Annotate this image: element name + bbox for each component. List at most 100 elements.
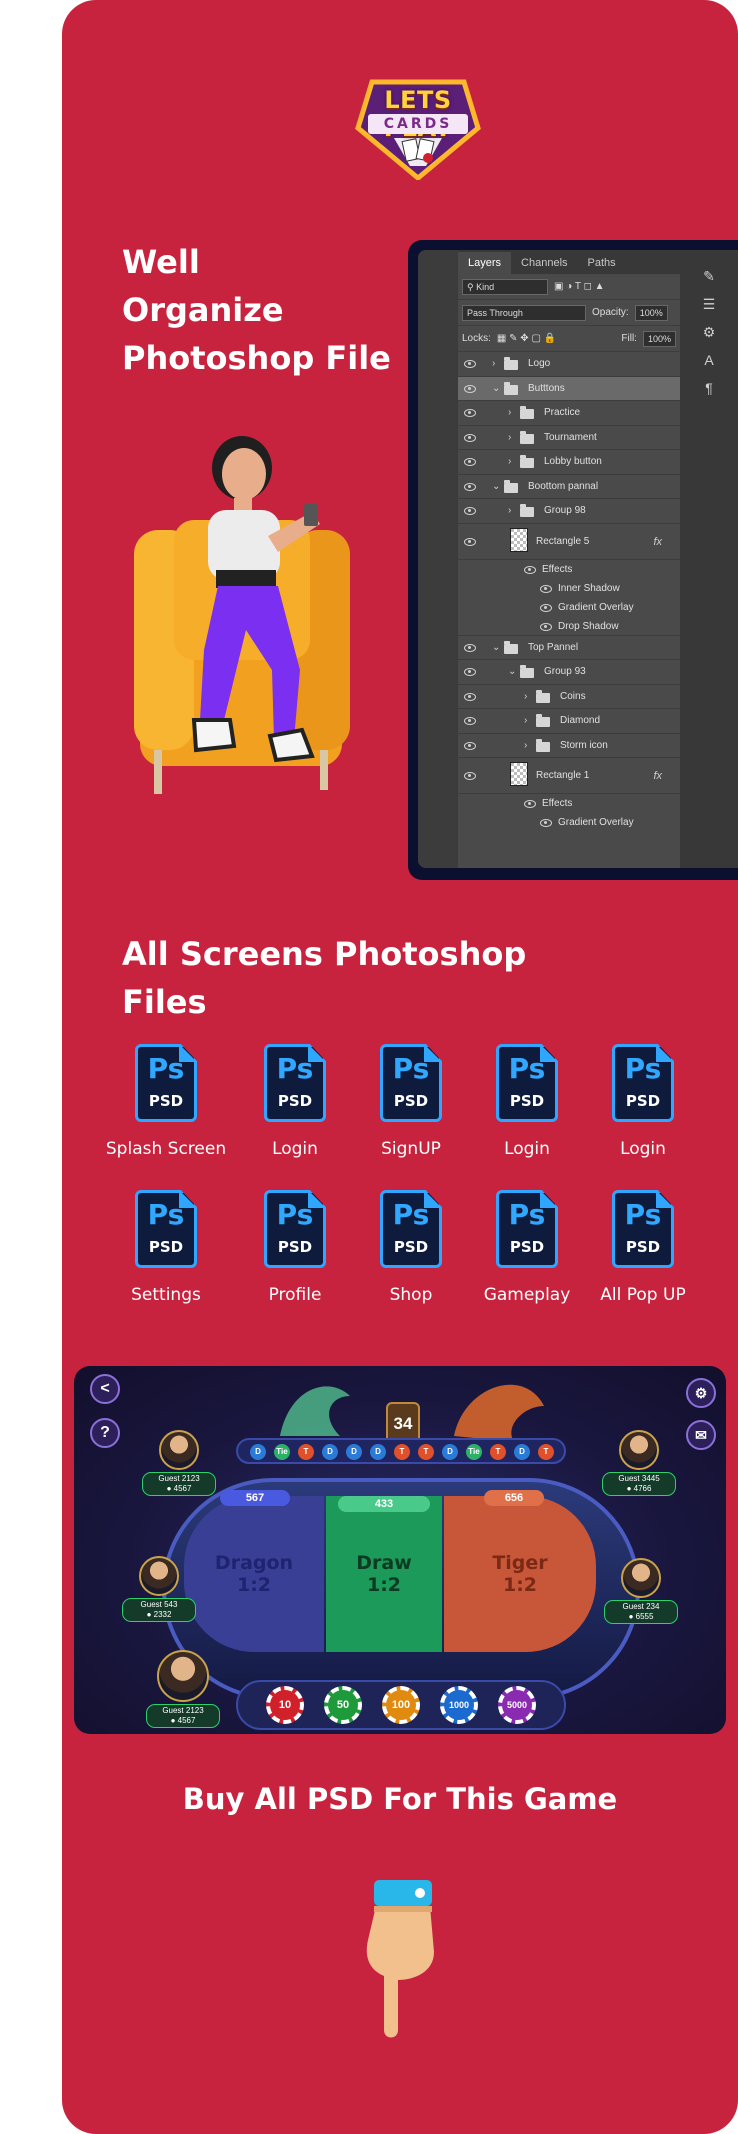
tab-channels[interactable]: Channels [511,252,577,274]
psd-file-icon[interactable]: Ps PSD [492,1190,562,1274]
heading-line: Well [122,243,200,281]
psd-file-icon[interactable]: Ps PSD [376,1044,446,1128]
psd-file-icon[interactable]: Ps PSD [376,1190,446,1274]
history-badge: D [250,1444,266,1460]
eye-icon[interactable] [464,409,476,417]
help-button[interactable]: ? [90,1418,120,1448]
chip-100[interactable]: 100 [382,1686,420,1724]
layer-row[interactable]: ⌄ Group 93 [458,660,680,685]
layer-row[interactable]: ⌄ Boottom pannal [458,475,680,499]
eye-icon[interactable] [464,668,476,676]
layer-row[interactable]: › Diamond [458,709,680,734]
eye-icon[interactable] [464,692,476,701]
tiger-bet-area[interactable]: 656 Tiger 1:2 [444,1490,596,1652]
effect-row[interactable]: Drop Shadow [458,617,680,636]
layer-row[interactable]: › Group 98 [458,499,680,524]
psd-file-icon[interactable]: Ps PSD [131,1190,201,1274]
locks-label: Locks: [462,333,491,344]
layer-name: Storm icon [560,739,608,751]
player-seat[interactable]: Guest 2123 ● 4567 [142,1430,216,1496]
layer-name: Drop Shadow [558,620,619,632]
ps-tool-icons[interactable]: ✎ ☰ ⚙ A ¶ [680,250,738,402]
eye-icon[interactable] [524,800,536,808]
eye-icon[interactable] [540,622,552,631]
eye-icon[interactable] [464,458,476,466]
effect-row[interactable]: Inner Shadow [458,579,680,598]
eye-icon[interactable] [540,584,552,593]
eye-icon[interactable] [524,565,536,574]
ps-locks-row: Locks: ▦ ✎ ✥ ▢ 🔒 Fill: 100% [458,326,680,352]
eye-icon[interactable] [464,384,476,393]
pointing-hand-icon [366,1880,434,2038]
eye-icon[interactable] [464,360,476,368]
layer-row[interactable]: › Logo [458,352,680,377]
eye-icon[interactable] [464,433,476,442]
effect-row[interactable]: Gradient Overlay [458,813,680,832]
effects-row[interactable]: Effects [458,560,680,579]
layer-row[interactable]: › Coins [458,685,680,709]
chip-1000[interactable]: 1000 [440,1686,478,1724]
fx-icon[interactable]: fx [653,764,662,788]
layer-row[interactable]: Rectangle 5 fx [458,524,680,560]
player-name: Guest 543 [140,1600,178,1609]
effect-row[interactable]: Gradient Overlay [458,598,680,617]
layer-row[interactable]: › Lobby button [458,450,680,475]
chip-10[interactable]: 10 [266,1686,304,1724]
ps-text: Ps [624,1052,662,1085]
layer-row[interactable]: ⌄ Top Pannel [458,636,680,660]
folder-icon [504,381,518,395]
opacity-input[interactable]: 100% [634,304,668,321]
player-seat[interactable]: Guest 2123 ● 4567 [146,1650,220,1728]
layer-row[interactable]: › Practice [458,401,680,426]
eye-icon[interactable] [540,819,552,827]
main-card: LETS PLAY CARDS Well Organize Photoshop … [62,0,738,2134]
layer-row[interactable]: Rectangle 1 fx [458,758,680,794]
history-badge: T [394,1444,410,1460]
folder-icon [504,640,518,654]
tab-layers[interactable]: Layers [458,252,512,274]
eye-icon[interactable] [464,482,476,491]
psd-file-icon[interactable]: Ps PSD [131,1044,201,1128]
fx-icon[interactable]: fx [653,530,662,554]
layer-name: Boottom pannal [528,480,599,492]
layer-row[interactable]: › Storm icon [458,734,680,758]
player-seat[interactable]: Guest 3445 ● 4766 [602,1430,676,1496]
psd-file-icon[interactable]: Ps PSD [260,1190,330,1274]
effects-row[interactable]: Effects [458,794,680,813]
eye-icon[interactable] [464,741,476,750]
heading-line: All Screens Photoshop [122,935,527,973]
eye-icon[interactable] [540,603,552,612]
eye-icon[interactable] [464,717,476,725]
tiger-art-icon [454,1384,544,1442]
layer-row[interactable]: ⌄ Butttons [458,376,680,401]
back-button[interactable]: < [90,1374,120,1404]
player-seat[interactable]: Guest 234 ● 6555 [604,1558,678,1624]
fill-input[interactable]: 100% [642,330,676,347]
psd-file-icon[interactable]: Ps PSD [260,1044,330,1128]
kind-filter-select[interactable]: ⚲ Kind [462,278,548,295]
tiger-bet-amount: 656 [484,1490,544,1506]
layer-name: Effects [542,798,573,809]
psd-file-icon[interactable]: Ps PSD [608,1044,678,1128]
eye-icon[interactable] [464,643,476,652]
layer-name: Logo [528,358,551,369]
layer-row[interactable]: › Tournament [458,426,680,450]
chip-50[interactable]: 50 [324,1686,362,1724]
tab-paths[interactable]: Paths [578,252,626,274]
lock-icons[interactable]: ▦ ✎ ✥ ▢ 🔒 [497,333,556,344]
buy-all-psd-cta[interactable]: Buy All PSD For This Game [62,1782,738,1816]
psd-file-icon[interactable]: Ps PSD [608,1190,678,1274]
blend-mode-select[interactable]: Pass Through [462,304,586,321]
psd-file-icon[interactable]: Ps PSD [492,1044,562,1128]
psd-text: PSD [277,1238,313,1256]
eye-icon[interactable] [464,772,476,780]
ps-layer-list: › Logo ⌄ Butttons › Practice › Tournament › L… [458,352,680,832]
settings-gear-icon[interactable]: ⚙ [686,1378,716,1408]
mail-icon[interactable]: ✉ [686,1420,716,1450]
chip-5000[interactable]: 5000 [498,1686,536,1724]
player-seat[interactable]: Guest 543 ● 2332 [122,1556,196,1622]
dragon-bet-area[interactable]: 567 Dragon 1:2 [184,1490,324,1652]
eye-icon[interactable] [464,507,476,515]
eye-icon[interactable] [464,537,476,546]
draw-bet-area[interactable]: 433 Draw 1:2 [326,1496,442,1652]
